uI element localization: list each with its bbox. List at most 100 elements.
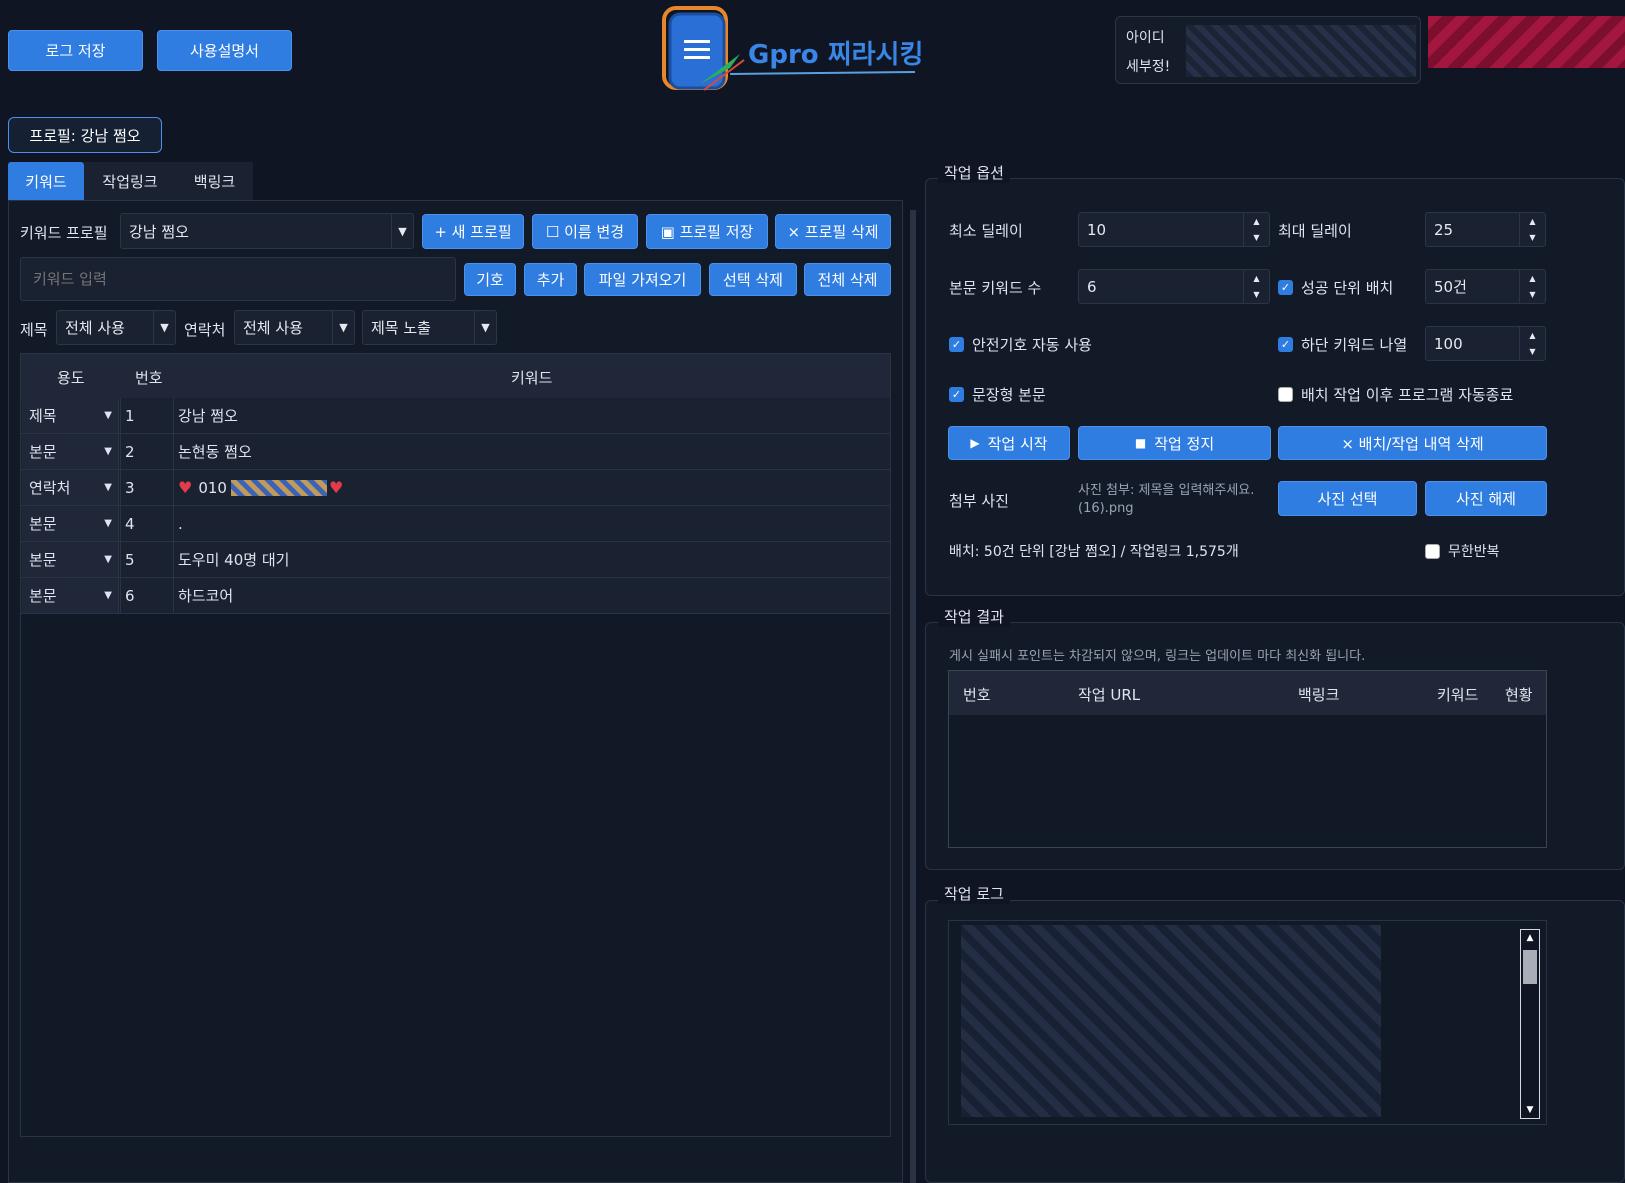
contact-filter-select[interactable]: 전체 사용 ▼ xyxy=(234,310,355,345)
row-use-select[interactable]: 본문 ▼ xyxy=(22,506,119,541)
rename-profile-button[interactable]: ☐ 이름 변경 xyxy=(532,214,638,249)
row-keyword: 하드코어 xyxy=(178,587,234,605)
success-batch-checkbox[interactable]: ✓ 성공 단위 배치 xyxy=(1278,277,1393,298)
spin-down-icon[interactable]: ▼ xyxy=(1243,229,1269,246)
profile-badge: 프로필: 강남 쩜오 xyxy=(8,117,162,153)
log-save-button[interactable]: 로그 저장 xyxy=(8,30,143,71)
column-divider xyxy=(173,398,174,614)
manual-button[interactable]: 사용설명서 xyxy=(157,30,292,71)
chevron-down-icon: ▼ xyxy=(104,446,112,457)
row-use-value: 본문 xyxy=(29,443,57,461)
delete-profile-button[interactable]: × 프로필 삭제 xyxy=(775,214,891,249)
column-header-keyword: 키워드 xyxy=(1437,686,1479,704)
column-header-status: 현황 xyxy=(1505,686,1533,704)
scroll-thumb[interactable] xyxy=(1523,950,1537,984)
chevron-down-icon: ▼ xyxy=(391,214,413,248)
title-filter-select[interactable]: 전체 사용 ▼ xyxy=(56,310,176,345)
spin-up-icon[interactable]: ▲ xyxy=(1519,327,1545,344)
table-row[interactable]: 본문 ▼ 4. xyxy=(21,506,890,542)
account-panel: 아이디 세부정! xyxy=(1115,16,1421,84)
max-delay-label: 최대 딜레이 xyxy=(1278,222,1352,240)
scroll-up-icon[interactable]: ▲ xyxy=(1521,930,1539,946)
sentence-body-label: 문장형 본문 xyxy=(972,386,1046,404)
tab-worklink[interactable]: 작업링크 xyxy=(84,162,176,200)
auto-exit-checkbox[interactable]: 배치 작업 이후 프로그램 자동종료 xyxy=(1278,384,1513,405)
row-number: 3 xyxy=(125,478,135,497)
row-keyword: ♥ 010 ♥ xyxy=(178,478,344,497)
spin-up-icon[interactable]: ▲ xyxy=(1243,270,1269,287)
stop-icon: ■ xyxy=(1134,436,1147,450)
success-batch-spinbox[interactable]: 50건 ▲ ▼ xyxy=(1425,269,1546,304)
keyword-input[interactable] xyxy=(20,257,456,301)
max-delay-spinbox[interactable]: 25 ▲ ▼ xyxy=(1425,212,1546,247)
contact-filter-label: 연락처 xyxy=(184,321,226,339)
row-keyword: . xyxy=(178,514,183,533)
panel-scrollbar[interactable] xyxy=(910,210,916,1183)
tab-keyword[interactable]: 키워드 xyxy=(8,162,84,200)
row-use-select[interactable]: 연락처 ▼ xyxy=(22,470,119,505)
row-use-select[interactable]: 제목 ▼ xyxy=(22,398,119,433)
import-file-button[interactable]: 파일 가져오기 xyxy=(584,263,701,296)
unchecked-box-icon xyxy=(1278,387,1293,402)
spin-down-icon[interactable]: ▼ xyxy=(1519,343,1545,360)
row-use-select[interactable]: 본문 ▼ xyxy=(22,542,119,577)
row-number: 2 xyxy=(125,442,135,461)
min-delay-spinbox[interactable]: 10 ▲ ▼ xyxy=(1078,212,1270,247)
table-row[interactable]: 제목 ▼ 1 강남 쩜오 xyxy=(21,398,890,434)
row-use-select[interactable]: 본문 ▼ xyxy=(22,578,119,613)
body-keyword-count-value: 6 xyxy=(1087,277,1097,296)
safe-symbol-label: 안전기호 자동 사용 xyxy=(972,336,1092,354)
row-number: 6 xyxy=(125,586,135,605)
new-profile-button[interactable]: + 새 프로필 xyxy=(422,214,524,249)
column-divider xyxy=(120,398,121,614)
photo-clear-button[interactable]: 사진 해제 xyxy=(1425,481,1547,516)
batch-info: 배치: 50건 단위 [강남 쩜오] / 작업링크 1,575개 xyxy=(949,544,1239,560)
spin-up-icon[interactable]: ▲ xyxy=(1243,213,1269,230)
clear-history-button[interactable]: × 배치/작업 내역 삭제 xyxy=(1278,426,1547,460)
save-profile-button[interactable]: ▣ 프로필 저장 xyxy=(646,214,768,249)
exposure-select[interactable]: 제목 노출 ▼ xyxy=(362,310,497,345)
spin-up-icon[interactable]: ▲ xyxy=(1519,270,1545,287)
bottom-keyword-checkbox[interactable]: ✓ 하단 키워드 나열 xyxy=(1278,334,1407,355)
start-label: 작업 시작 xyxy=(987,434,1048,453)
results-note: 게시 실패시 포인트는 차감되지 않으며, 링크는 업데이트 마다 최신화 됩니… xyxy=(949,649,1366,664)
log-scrollbar[interactable]: ▲ ▼ xyxy=(1520,929,1540,1119)
redacted-phone xyxy=(230,479,327,496)
attach-photo-label: 첨부 사진 xyxy=(949,492,1009,510)
table-row[interactable]: 본문 ▼ 6 하드코어 xyxy=(21,578,890,614)
detail-label: 세부정! xyxy=(1126,59,1171,75)
row-keyword: 도우미 40명 대기 xyxy=(178,551,290,569)
body-keyword-count-spinbox[interactable]: 6 ▲ ▼ xyxy=(1078,269,1270,304)
row-use-value: 본문 xyxy=(29,587,57,605)
start-button[interactable]: ▶ 작업 시작 xyxy=(948,426,1070,460)
safe-symbol-checkbox[interactable]: ✓ 안전기호 자동 사용 xyxy=(949,334,1092,355)
tab-backlink[interactable]: 백링크 xyxy=(176,162,253,200)
photo-select-button[interactable]: 사진 선택 xyxy=(1278,481,1417,516)
spin-down-icon[interactable]: ▼ xyxy=(1243,286,1269,303)
bottom-keyword-spinbox[interactable]: 100 ▲ ▼ xyxy=(1425,326,1546,361)
check-icon: ✓ xyxy=(949,337,964,352)
redacted-log-content xyxy=(961,925,1381,1117)
row-use-select[interactable]: 본문 ▼ xyxy=(22,434,119,469)
delete-all-button[interactable]: 전체 삭제 xyxy=(804,263,891,296)
row-use-value: 본문 xyxy=(29,515,57,533)
keyword-profile-select[interactable]: 강남 쩜오 ▼ xyxy=(120,213,414,249)
infinite-repeat-checkbox[interactable]: 무한반복 xyxy=(1425,541,1500,561)
chevron-down-icon: ▼ xyxy=(474,311,496,344)
spin-down-icon[interactable]: ▼ xyxy=(1519,286,1545,303)
unchecked-box-icon xyxy=(1425,543,1440,559)
sentence-body-checkbox[interactable]: ✓ 문장형 본문 xyxy=(949,384,1046,405)
table-row[interactable]: 연락처 ▼ 3 ♥ 010 ♥ xyxy=(21,470,890,506)
spin-down-icon[interactable]: ▼ xyxy=(1519,229,1545,246)
stop-button[interactable]: ■ 작업 정지 xyxy=(1078,426,1271,460)
scroll-down-icon[interactable]: ▼ xyxy=(1521,1102,1539,1118)
symbol-button[interactable]: 기호 xyxy=(464,263,516,296)
chevron-down-icon: ▼ xyxy=(104,554,112,565)
table-row[interactable]: 본문 ▼ 2 논현동 쩜오 xyxy=(21,434,890,470)
spin-up-icon[interactable]: ▲ xyxy=(1519,213,1545,230)
table-row[interactable]: 본문 ▼ 5 도우미 40명 대기 xyxy=(21,542,890,578)
infinite-repeat-label: 무한반복 xyxy=(1448,544,1500,560)
body-keyword-count-label: 본문 키워드 수 xyxy=(949,279,1042,297)
add-keyword-button[interactable]: 추가 xyxy=(524,263,577,296)
delete-selected-button[interactable]: 선택 삭제 xyxy=(709,263,797,296)
